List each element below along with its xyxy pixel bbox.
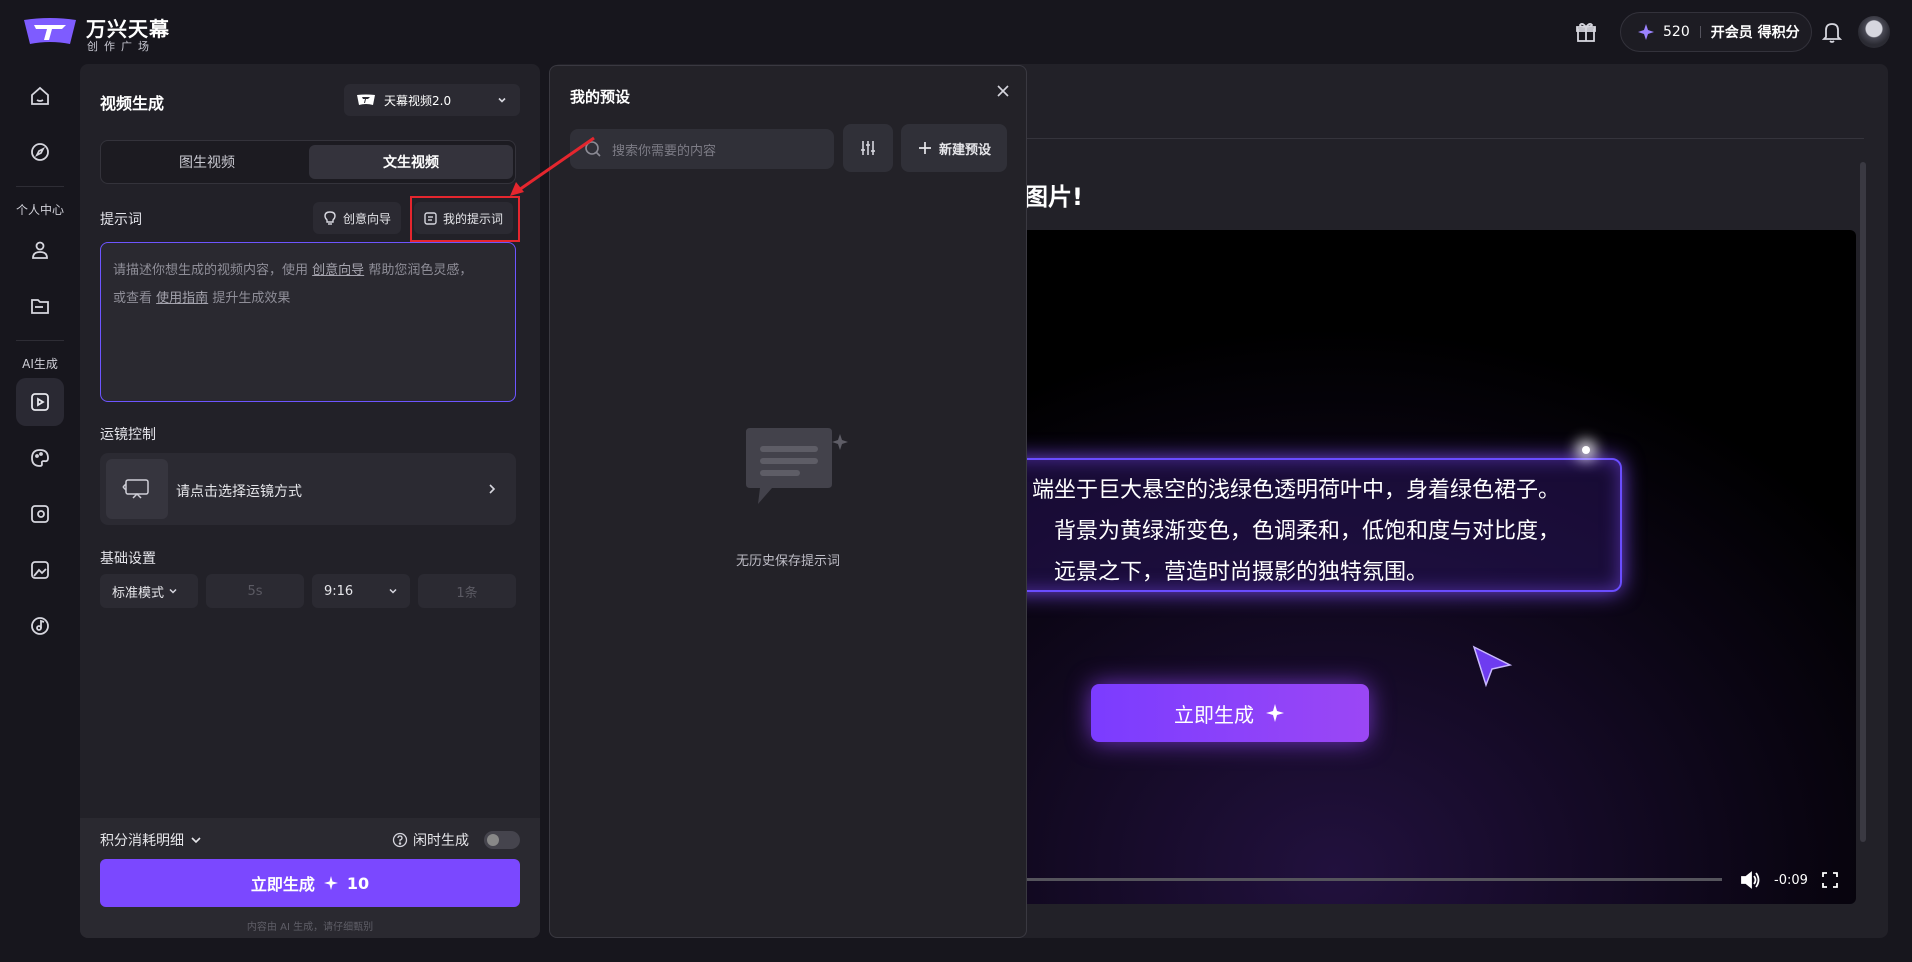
tab-text-to-video[interactable]: 文生视频 [309,145,513,179]
explore-icon[interactable] [16,128,64,176]
brand-subtitle: 创作广场 [87,40,155,53]
divider [16,340,64,341]
panel-title: 视频生成 [100,94,165,113]
gift-icon[interactable] [1572,18,1600,46]
chevron-down-icon [168,586,178,596]
video-caption-line: 远景之下，营造时尚摄影的独特氛围。 [1054,560,1429,585]
user-guide-link[interactable]: 使用指南 [156,291,208,306]
placeholder-text: 提升生成效果 [212,291,291,306]
bell-icon[interactable] [1818,18,1846,46]
preset-title: 我的预设 [570,88,631,106]
vip-label: 开会员 得积分 [1710,25,1800,41]
generate-cost: 10 [346,873,370,893]
image-edit-icon[interactable] [16,490,64,538]
count-select[interactable]: 1条 [418,574,516,608]
credit-detail-toggle[interactable]: 积分消耗明细 [100,830,202,850]
video-generate-label: 立即生成 [1174,702,1254,727]
sparkle-light [1582,446,1590,454]
prompt-label: 提示词 [100,212,142,228]
folder-icon[interactable] [16,282,64,330]
close-icon[interactable] [992,80,1014,102]
mode-tabs: 图生视频 文生视频 [100,140,516,184]
filter-button[interactable] [843,124,893,172]
credit-detail-label: 积分消耗明细 [100,833,184,849]
video-caption-box: 端坐于巨大悬空的浅绿色透明荷叶中，身着绿色裙子。 背景为黄绿渐变色，色调柔和，低… [1000,458,1622,592]
chevron-down-icon [496,94,508,106]
video-generate-button: 立即生成 [1091,684,1369,742]
model-name: 天幕视频2.0 [384,93,452,108]
video-caption-line: 端坐于巨大悬空的浅绿色透明荷叶中，身着绿色裙子。 [1032,478,1561,503]
annotation-arrow [500,132,600,202]
camera-label: 运镜控制 [100,427,156,443]
plus-icon [917,140,933,156]
idle-generate: 闲时生成 [392,830,469,850]
basic-settings-label: 基础设置 [100,551,156,567]
scrollbar[interactable] [1860,162,1866,842]
generate-label: 立即生成 [250,875,315,894]
credits-count: 520 [1663,24,1690,40]
camera-placeholder: 请点击选择运镜方式 [176,484,302,500]
mode-value: 标准模式 [112,585,165,601]
highlight-box [410,196,520,242]
chevron-down-icon [388,586,398,596]
duration-select[interactable]: 5s [206,574,304,608]
model-select[interactable]: 天幕视频2.0 [344,84,520,116]
sparkle-icon [1264,702,1286,724]
placeholder-text: 帮助您润色灵感， [368,263,473,278]
divider [16,186,64,187]
sparkle-icon [1637,23,1655,41]
placeholder-text: 请描述你想生成的视频内容，使用 [113,263,309,278]
generate-button[interactable]: 立即生成 10 [100,859,520,907]
user-icon[interactable] [16,226,64,274]
empty-state-text: 无历史保存提示词 [735,554,840,569]
sliders-icon [859,139,877,157]
search-placeholder: 搜索你需要的内容 [612,143,717,159]
new-preset-button[interactable]: 新建预设 [901,124,1007,172]
empty-chat-icon [736,426,850,516]
video-gen-icon[interactable] [16,378,64,426]
ratio-select[interactable]: 9:16 [312,574,410,608]
creative-guide-link[interactable]: 创意向导 [312,263,364,278]
video-caption-line: 背景为黄绿渐变色，色调柔和，低饱和度与对比度， [1054,519,1561,544]
section-ai: AI生成 [22,357,58,371]
placeholder-text: 或查看 [113,291,153,306]
palette-icon[interactable] [16,434,64,482]
logo-icon[interactable] [22,16,78,49]
chevron-right-icon [484,480,500,498]
fullscreen-icon[interactable] [1822,872,1838,888]
disclaimer: 内容由 AI 生成，请仔细甄别 [246,922,374,933]
idle-generate-toggle[interactable] [484,831,520,849]
section-personal: 个人中心 [15,203,64,217]
avatar[interactable] [1858,16,1890,48]
video-progress[interactable] [1000,878,1722,881]
lightbulb-icon [323,211,337,225]
cursor-icon [1470,643,1514,689]
volume-icon[interactable] [1738,870,1762,890]
tab-image-to-video[interactable]: 图生视频 [105,145,309,179]
help-icon[interactable] [392,832,408,848]
new-preset-label: 新建预设 [938,142,991,158]
chevron-down-icon [190,834,202,846]
music-icon[interactable] [16,602,64,650]
divider [1699,26,1701,38]
creative-guide-button[interactable]: 创意向导 [313,202,402,234]
home-icon[interactable] [16,72,64,120]
creative-guide-label: 创意向导 [343,211,392,226]
model-icon [356,94,376,106]
video-time: -0:09 [1774,873,1808,888]
prompt-textarea[interactable]: 请描述你想生成的视频内容，使用 创意向导 帮助您润色灵感， 或查看 使用指南 提… [100,242,516,402]
ratio-value: 9:16 [324,583,354,599]
camera-move-icon [106,459,168,519]
preset-search-input[interactable]: 搜索你需要的内容 [570,129,834,169]
sparkle-icon [323,875,339,891]
idle-generate-label: 闲时生成 [413,833,469,849]
mode-select[interactable]: 标准模式 [100,574,198,608]
credits-pill[interactable]: 520 开会员 得积分 [1620,12,1812,52]
image-icon[interactable] [16,546,64,594]
